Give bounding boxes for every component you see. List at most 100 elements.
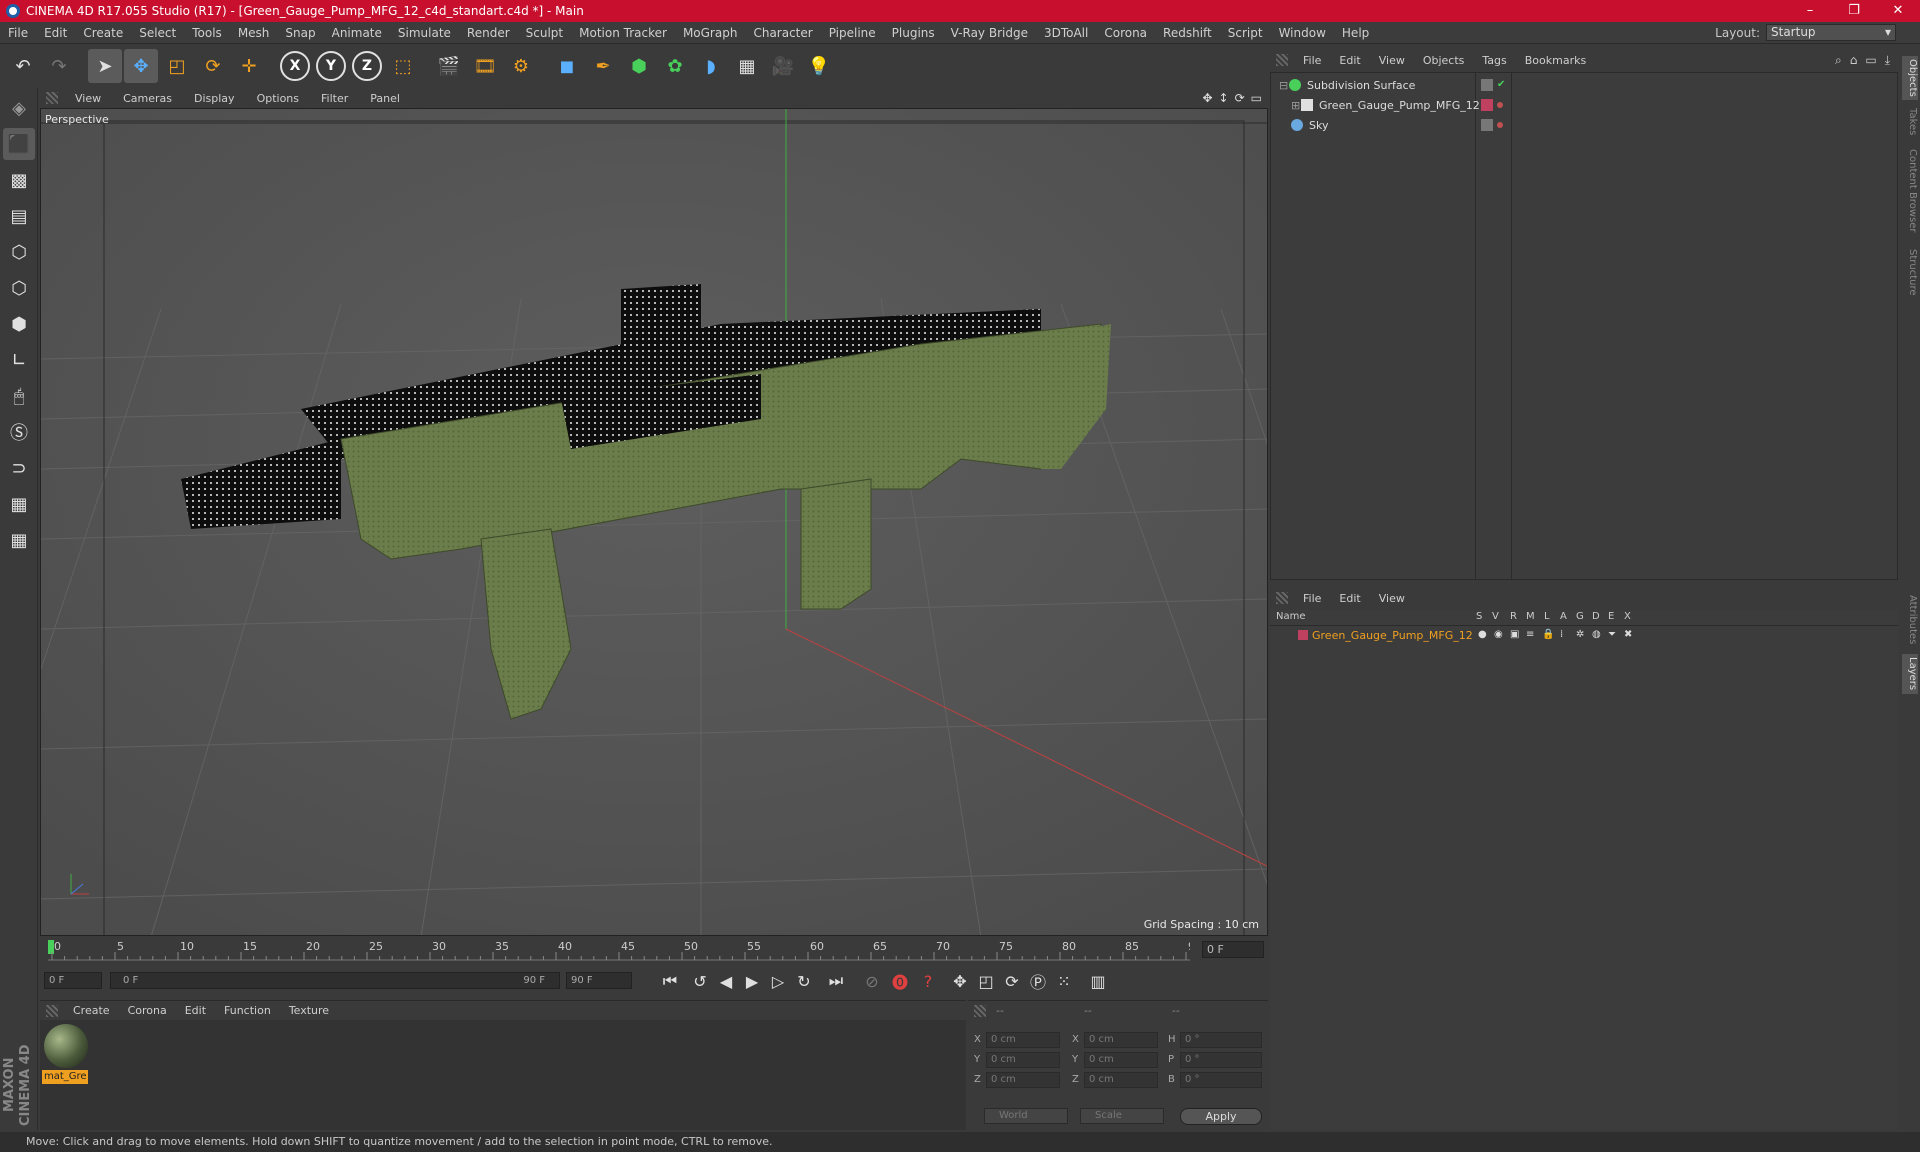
key-scale-icon[interactable]: ◰ [974,969,998,993]
menu-corona[interactable]: Corona [1096,22,1155,44]
object-row-gun[interactable]: ⊞ Green_Gauge_Pump_MFG_12 [1271,95,1897,115]
layer-name[interactable]: Green_Gauge_Pump_MFG_12 [1312,629,1473,642]
expression-icon[interactable]: ⏷ [1608,630,1618,640]
panel-grip-icon[interactable] [46,92,58,104]
menu-render[interactable]: Render [459,22,518,44]
collapse-icon[interactable]: ▭ [1865,53,1876,68]
menu-select[interactable]: Select [131,22,184,44]
deformer-icon[interactable]: ◗ [694,49,728,83]
material-menu-corona[interactable]: Corona [119,1004,176,1017]
menu-animate[interactable]: Animate [324,22,390,44]
size-y-field[interactable]: 0 cm [1084,1052,1158,1068]
layer-row[interactable]: Green_Gauge_Pump_MFG_12 ● ◉ ▣ ≡ 🔒 ⁞ ✲ ◍ … [1270,628,1898,644]
z-axis-lock-icon[interactable]: Z [350,49,384,83]
spline-pen-icon[interactable]: ✒ [586,49,620,83]
material-preview-thumbnail[interactable] [44,1024,88,1068]
size-z-field[interactable]: 0 cm [1084,1072,1158,1088]
transform-tool-icon[interactable]: ✛ [232,49,266,83]
panel-grip-icon[interactable] [46,1004,58,1017]
coordinate-space-dropdown[interactable]: World [984,1108,1068,1124]
menu-script[interactable]: Script [1220,22,1271,44]
object-row-sky[interactable]: Sky [1271,115,1897,135]
layers-menu-edit[interactable]: Edit [1330,592,1369,605]
viewport-menu-options[interactable]: Options [246,92,310,105]
home-icon[interactable]: ⌂ [1850,53,1858,68]
key-position-icon[interactable]: ✥ [948,969,972,993]
orbit-icon[interactable]: ⟳ [1235,91,1245,105]
render-picture-viewer-icon[interactable]: 🎞 [468,49,502,83]
autokey-icon[interactable]: ⓿ [888,969,912,993]
undo-icon[interactable]: ↶ [6,49,40,83]
tab-layers[interactable]: Layers [1902,654,1918,694]
camera-icon[interactable]: 🎥 [766,49,800,83]
tab-content-browser[interactable]: Content Browser [1902,146,1918,236]
panel-grip-icon[interactable] [974,1004,986,1017]
objects-menu-file[interactable]: File [1294,54,1330,67]
floor-icon[interactable]: ▦ [730,49,764,83]
pan-icon[interactable]: ✥ [1202,91,1212,105]
manager-icon[interactable]: ≡ [1526,630,1536,640]
objects-menu-tags[interactable]: Tags [1473,54,1515,67]
maximize-view-icon[interactable]: ▭ [1251,91,1262,105]
viewport-menu-cameras[interactable]: Cameras [112,92,183,105]
scale-tool-icon[interactable]: ◰ [160,49,194,83]
viewport-menu-filter[interactable]: Filter [310,92,359,105]
layer-color-swatch[interactable] [1298,630,1308,640]
minimize-button[interactable]: – [1788,0,1832,22]
light-icon[interactable]: 💡 [802,49,836,83]
xref-icon[interactable]: ✖ [1624,630,1634,640]
layout-dropdown[interactable]: Startup [1766,24,1896,41]
current-frame-field[interactable]: 0 F [1202,941,1264,958]
menu-simulate[interactable]: Simulate [390,22,459,44]
timeline-ruler[interactable]: 0 5 10 15 20 25 30 35 40 45 50 55 60 65 70 75 80 85 90 0 F [40,938,1268,962]
rotation-p-field[interactable]: 0 ° [1180,1052,1262,1068]
menu-plugins[interactable]: Plugins [884,22,943,44]
dolly-icon[interactable]: ↕ [1219,91,1229,105]
menu-window[interactable]: Window [1271,22,1334,44]
animation-icon[interactable]: ⁞ [1560,630,1570,640]
material-menu-create[interactable]: Create [64,1004,119,1017]
material-menu-edit[interactable]: Edit [176,1004,215,1017]
viewport-menu-view[interactable]: View [64,92,112,105]
redo-icon[interactable]: ↷ [42,49,76,83]
go-to-end-icon[interactable]: ⏭ [824,969,848,993]
y-axis-lock-icon[interactable]: Y [314,49,348,83]
menu-tools[interactable]: Tools [184,22,230,44]
tab-attributes[interactable]: Attributes [1902,590,1918,650]
editor-visibility-icon[interactable] [1481,79,1493,91]
model-mode-icon[interactable]: ⬛ [3,128,35,160]
menu-create[interactable]: Create [75,22,131,44]
menu-pipeline[interactable]: Pipeline [821,22,884,44]
workplane-icon[interactable]: ▤ [3,200,35,232]
object-row-subdivision[interactable]: ⊟ Subdivision Surface ✔ [1271,75,1897,95]
rotation-h-field[interactable]: 0 ° [1180,1032,1262,1048]
objects-menu-view[interactable]: View [1370,54,1414,67]
edges-mode-icon[interactable]: ⬡ [3,272,35,304]
search-icon[interactable]: ⌕ [1835,53,1842,68]
menu-character[interactable]: Character [745,22,820,44]
tweak-mode-icon[interactable]: 🖱 [3,380,35,412]
points-mode-icon[interactable]: ⬡ [3,236,35,268]
menu-3dtoall[interactable]: 3DToAll [1036,22,1096,44]
key-rotation-icon[interactable]: ⟳ [1000,969,1024,993]
deformer-icon[interactable]: ◍ [1592,630,1602,640]
position-x-field[interactable]: 0 cm [986,1032,1060,1048]
lock-icon[interactable]: 🔒 [1542,630,1554,640]
cube-primitive-icon[interactable]: ◼ [550,49,584,83]
new-view-icon[interactable]: ⤓ [1885,53,1890,68]
expand-toggle-icon[interactable]: ⊞ [1291,99,1301,112]
menu-snap[interactable]: Snap [277,22,323,44]
move-tool-icon[interactable]: ✥ [124,49,158,83]
make-editable-icon[interactable]: ◈ [3,92,35,124]
material-menu-function[interactable]: Function [215,1004,280,1017]
panel-grip-icon[interactable] [1276,54,1288,66]
menu-vray-bridge[interactable]: V-Ray Bridge [943,22,1036,44]
objects-menu-objects[interactable]: Objects [1414,54,1474,67]
x-axis-lock-icon[interactable]: X [278,49,312,83]
menu-help[interactable]: Help [1334,22,1377,44]
layer-color-icon[interactable] [1481,99,1493,111]
tab-takes[interactable]: Takes [1902,106,1918,138]
render-clapper-icon[interactable]: ▣ [1510,630,1520,640]
perspective-viewport[interactable]: Perspective Grid Spacing : 10 cm [40,108,1268,936]
size-mode-dropdown[interactable]: Scale [1080,1108,1164,1124]
